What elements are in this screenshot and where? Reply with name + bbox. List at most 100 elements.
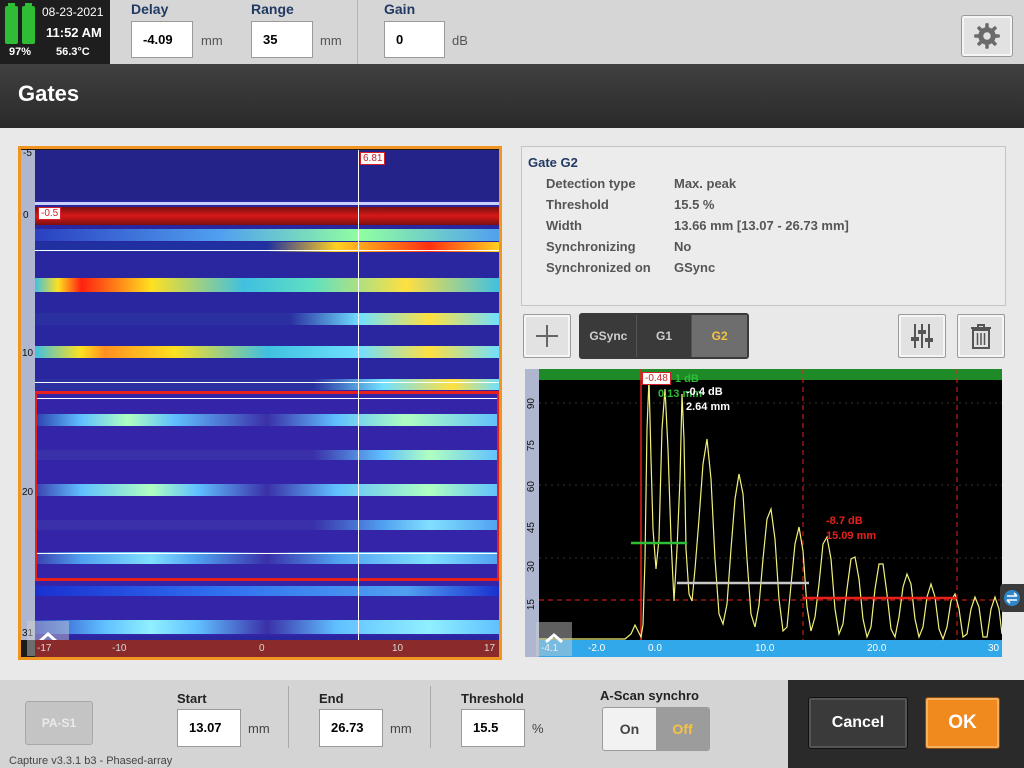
gate-g2-bottom-line	[35, 578, 499, 581]
synchro-on-option[interactable]: On	[603, 708, 656, 750]
gate-info-value: GSync	[674, 260, 716, 275]
gate-info-key: Synchronizing	[546, 239, 636, 254]
range-input[interactable]: 35	[251, 21, 313, 58]
bscan-h-tick: 17	[484, 643, 496, 654]
settings-button[interactable]	[961, 15, 1013, 57]
page-title: Gates	[18, 81, 80, 106]
ascan-v-tick: 60	[526, 481, 537, 493]
g2-position: 15.09 mm	[826, 530, 877, 542]
ascan-expand-button[interactable]	[536, 622, 572, 656]
ascan-v-tick: 45	[526, 522, 537, 534]
temperature-display: 56.3°C	[56, 46, 90, 58]
threshold-input[interactable]: 15.5	[461, 709, 525, 747]
bscan-gate-label: -0.5	[38, 207, 62, 220]
bscan-horizontal-ruler	[35, 640, 499, 657]
bscan-h-tick: -10	[112, 643, 127, 654]
bscan-h-tick: 0	[259, 643, 265, 654]
delay-label: Delay	[131, 1, 169, 17]
end-label: End	[319, 691, 344, 706]
toolbar-divider	[357, 0, 358, 64]
ascan-plot	[525, 369, 1003, 657]
probe-button[interactable]: PA-S1	[25, 701, 93, 745]
battery-icon	[22, 3, 35, 44]
bscan-h-tick: -17	[37, 643, 52, 654]
top-toolbar: 08-23-2021 11:52 AM 97% 56.3°C Delay -4.…	[0, 0, 1024, 64]
status-panel: 08-23-2021 11:52 AM 97% 56.3°C	[0, 0, 110, 64]
gate-info-value: 13.66 mm [13.07 - 26.73 mm]	[674, 218, 849, 233]
g1-amplitude: 1 dB	[675, 373, 699, 385]
ascan-v-tick: 75	[526, 440, 537, 452]
bottom-divider	[430, 686, 431, 748]
ascan-h-tick: 10.0	[755, 643, 775, 654]
swap-arrows-icon	[1004, 590, 1020, 606]
ascan-cursor-label: -0.48	[642, 372, 671, 385]
side-panel-toggle[interactable]	[1000, 584, 1024, 612]
range-unit: mm	[320, 33, 342, 48]
ascan-h-tick: 20.0	[867, 643, 887, 654]
ascan-h-tick: 30	[988, 643, 1000, 654]
end-input[interactable]: 26.73	[319, 709, 383, 747]
ok-button[interactable]: OK	[925, 697, 1000, 749]
g2-amplitude: -8.7 dB	[826, 515, 863, 527]
plus-icon	[536, 325, 558, 347]
date-display: 08-23-2021	[42, 5, 104, 19]
delay-input[interactable]: -4.09	[131, 21, 193, 58]
threshold-unit: %	[532, 721, 544, 736]
gain-label: Gain	[384, 1, 416, 17]
ascan-view[interactable]	[525, 369, 1003, 657]
gate-info-key: Threshold	[546, 197, 609, 212]
chevron-up-icon	[545, 633, 563, 644]
battery-icon	[5, 3, 18, 44]
bscan-v-tick: 10	[22, 348, 34, 359]
gate-info-key: Width	[546, 218, 582, 233]
tab-gsync[interactable]: GSync	[581, 315, 637, 357]
gate-info-key: Detection type	[546, 176, 636, 191]
gate-info-value: 15.5 %	[674, 197, 715, 212]
gate-info-panel: Gate G2 Detection type Max. peak Thresho…	[521, 146, 1006, 306]
threshold-label: Threshold	[461, 691, 524, 706]
bscan-image[interactable]	[35, 150, 499, 640]
gate-settings-button[interactable]	[898, 314, 946, 358]
gate-info-value: Max. peak	[674, 176, 737, 191]
start-label: Start	[177, 691, 207, 706]
delete-gate-button[interactable]	[957, 314, 1005, 358]
gate-info-title: Gate G2	[528, 155, 578, 170]
time-display: 11:52 AM	[46, 25, 102, 40]
title-bar: Gates	[0, 64, 1024, 128]
bscan-v-tick: 0	[23, 210, 29, 221]
start-input[interactable]: 13.07	[177, 709, 241, 747]
bottom-divider	[288, 686, 289, 748]
ascan-synchro-label: A-Scan synchro	[600, 688, 699, 703]
ascan-v-tick: 30	[526, 561, 537, 573]
range-label: Range	[251, 1, 294, 17]
gain-unit: dB	[452, 33, 468, 48]
version-label: Capture v3.3.1 b3 - Phased-array	[9, 755, 173, 767]
ascan-h-tick: 0.0	[648, 643, 662, 654]
bscan-v-tick: -5	[23, 148, 32, 159]
tab-g1[interactable]: G1	[637, 315, 693, 357]
sliders-icon	[911, 324, 933, 348]
synchro-off-option[interactable]: Off	[656, 708, 709, 750]
gate-info-value: No	[674, 239, 692, 254]
add-gate-button[interactable]	[523, 314, 571, 358]
gear-icon	[974, 23, 1000, 49]
bscan-cursor-label: 6.81	[360, 152, 386, 165]
width-position: 2.64 mm	[686, 401, 731, 413]
gate-g2-top-line	[35, 391, 499, 394]
trash-icon	[971, 324, 991, 349]
bscan-v-tick: 20	[22, 487, 34, 498]
end-unit: mm	[390, 721, 412, 736]
bscan-vertical-ruler	[21, 150, 35, 640]
battery-level: 97%	[9, 46, 32, 58]
gain-input[interactable]: 0	[384, 21, 445, 58]
ascan-h-tick: -2.0	[588, 643, 606, 654]
bscan-cursor-line	[358, 150, 359, 640]
cancel-button[interactable]: Cancel	[808, 697, 908, 749]
tab-g2[interactable]: G2	[692, 315, 748, 357]
ascan-synchro-toggle: On Off	[602, 707, 710, 751]
width-amplitude: -0.4 dB	[686, 386, 723, 398]
ascan-v-tick: 90	[526, 398, 537, 410]
gate-selector: GSync G1 G2	[579, 313, 749, 359]
delay-unit: mm	[201, 33, 223, 48]
ascan-v-tick: 15	[526, 599, 537, 611]
